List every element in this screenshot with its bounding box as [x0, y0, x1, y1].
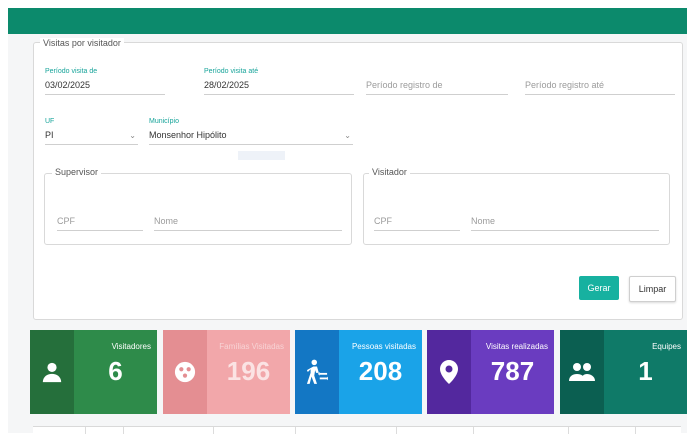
uf-value[interactable]: PI: [45, 130, 138, 145]
uf-select[interactable]: UF PI ⌄: [45, 118, 138, 145]
card-value: 1: [638, 356, 653, 386]
periodo-registro-ate-field[interactable]: Período registro até: [525, 68, 675, 95]
gerar-button[interactable]: Gerar: [579, 276, 619, 300]
visitador-cpf-field[interactable]: CPF: [374, 204, 460, 231]
filter-panel-legend: Visitas por visitador: [40, 38, 124, 48]
card-title: Visitas realizadas: [485, 342, 548, 351]
supervisor-legend: Supervisor: [52, 167, 102, 177]
visitador-cpf-input[interactable]: CPF: [374, 216, 460, 231]
periodo-registro-ate-input[interactable]: Período registro até: [525, 80, 675, 95]
periodo-visita-de-value[interactable]: 03/02/2025: [45, 80, 165, 95]
visitador-nome-input[interactable]: Nome: [471, 216, 659, 231]
group-icon: [560, 330, 604, 414]
periodo-registro-de-input[interactable]: Período registro de: [366, 80, 508, 95]
location-pin-icon: [427, 330, 471, 414]
periodo-visita-ate-value[interactable]: 28/02/2025: [204, 80, 354, 95]
municipio-label: Município: [149, 118, 179, 125]
card-visitas-realizadas[interactable]: Visitas realizadas 787: [427, 330, 554, 414]
periodo-visita-de-label: Período visita de: [45, 68, 98, 75]
periodo-registro-de-field[interactable]: Período registro de: [366, 68, 508, 95]
uf-label: UF: [45, 118, 55, 125]
card-title: Equipes: [652, 342, 681, 351]
limpar-button[interactable]: Limpar: [629, 276, 676, 302]
card-value: 208: [358, 356, 403, 386]
card-title: Visitadores: [111, 342, 151, 351]
periodo-visita-ate-field[interactable]: Período visita até 28/02/2025: [204, 68, 354, 95]
supervisor-cpf-field[interactable]: CPF: [57, 204, 143, 231]
supervisor-nome-input[interactable]: Nome: [154, 216, 342, 231]
card-visitadores[interactable]: Visitadores 6: [30, 330, 157, 414]
top-app-bar: [8, 8, 687, 34]
card-value: 196: [226, 356, 271, 386]
periodo-visita-de-field[interactable]: Período visita de 03/02/2025: [45, 68, 165, 95]
card-familias-visitadas[interactable]: Famílias Visitadas 196: [163, 330, 290, 414]
overlay-artifact: [238, 151, 285, 160]
periodo-visita-ate-label: Período visita até: [204, 68, 259, 75]
card-value: 787: [490, 356, 535, 386]
chevron-down-icon[interactable]: ⌄: [129, 131, 136, 140]
card-pessoas-visitadas[interactable]: Pessoas visitadas 208: [295, 330, 422, 414]
person-icon: [30, 330, 74, 414]
visitador-nome-field[interactable]: Nome: [471, 204, 659, 231]
walking-person-icon: [295, 330, 339, 414]
municipio-value[interactable]: Monsenhor Hipólito: [149, 130, 353, 145]
card-value: 6: [108, 356, 123, 386]
municipio-select[interactable]: Município Monsenhor Hipólito ⌄: [149, 118, 353, 145]
supervisor-cpf-input[interactable]: CPF: [57, 216, 143, 231]
visitador-legend: Visitador: [369, 167, 410, 177]
supervisor-nome-field[interactable]: Nome: [154, 204, 342, 231]
family-icon: [163, 330, 207, 414]
card-title: Famílias Visitadas: [219, 342, 284, 351]
card-equipes[interactable]: Equipes 1: [560, 330, 687, 414]
card-title: Pessoas visitadas: [351, 342, 416, 351]
chevron-down-icon[interactable]: ⌄: [344, 131, 351, 140]
